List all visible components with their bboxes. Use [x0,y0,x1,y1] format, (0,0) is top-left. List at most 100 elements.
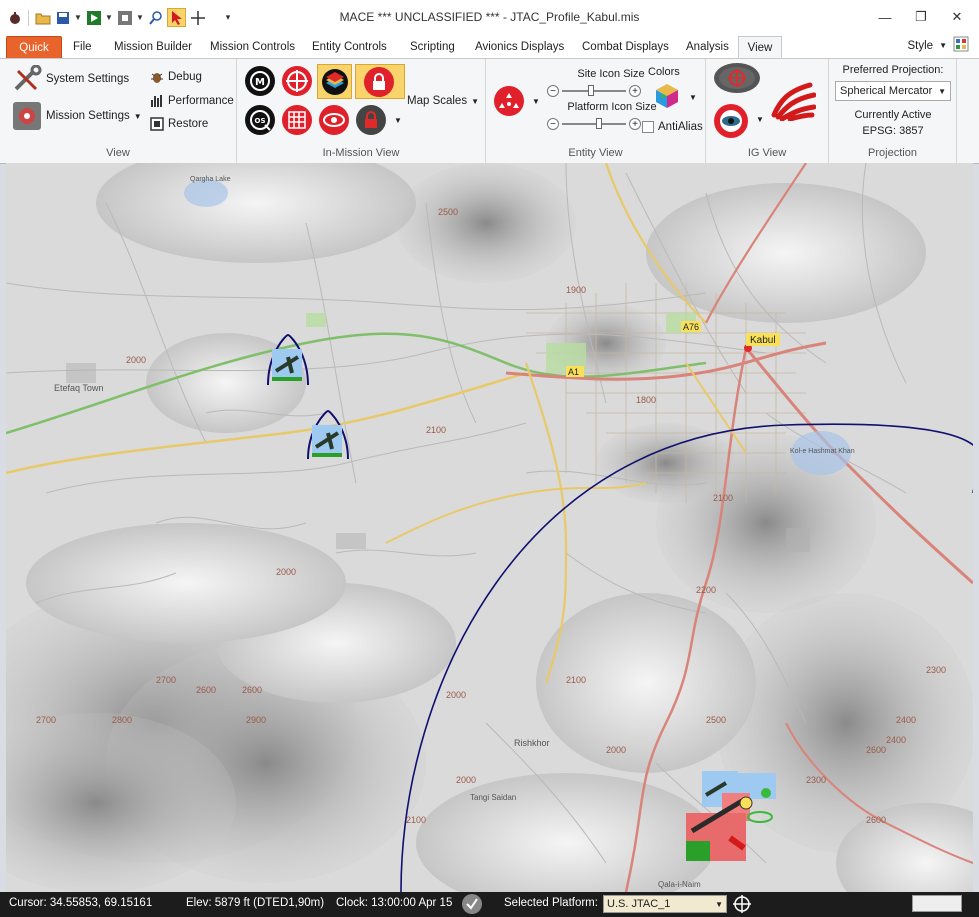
contour-label: 2100 [406,815,426,825]
etefaq-town-label: Etefaq Town [54,383,103,393]
run-icon[interactable] [85,9,102,26]
ig-eye-dropdown-icon[interactable]: ▼ [756,115,764,124]
site-size-plus-icon[interactable]: + [629,85,641,97]
contour-label: 1800 [636,395,656,405]
ig-hand-button[interactable] [770,81,816,124]
red-lock-icon[interactable] [356,105,386,135]
site-size-thumb[interactable] [588,85,594,96]
open-folder-icon[interactable] [34,9,51,26]
contour-label: 2500 [438,207,458,217]
tab-combat-displays[interactable]: Combat Displays [576,36,675,58]
measure-icon[interactable] [147,9,164,26]
contour-label: 2000 [446,690,466,700]
app-menu-icon[interactable] [6,9,23,26]
mission-settings-dropdown-icon: ▼ [133,111,142,121]
layers-button[interactable] [317,64,352,99]
os-circle-icon[interactable]: OS [245,105,275,135]
run-dropdown-icon[interactable]: ▼ [105,9,113,26]
antialias-check-box[interactable] [642,121,654,133]
tab-avionics-displays[interactable]: Avionics Displays [469,36,570,58]
contour-label: 2300 [926,665,946,675]
crosshair-target-icon[interactable] [733,895,751,916]
tab-analysis[interactable]: Analysis [680,36,735,58]
stop-dropdown-icon[interactable]: ▼ [136,9,144,26]
restore-window-icon[interactable]: ❐ [903,6,939,28]
style-menu[interactable]: Style ▼ [908,36,970,55]
ig-sensor-icon[interactable] [714,63,760,93]
contour-label: 2300 [806,775,826,785]
select-arrow-icon[interactable] [167,8,186,27]
platform-dropdown-icon: ▼ [715,899,723,909]
entity-dropdown-icon[interactable]: ▼ [532,97,540,106]
map-scales-button[interactable]: Map Scales ▼ [407,95,479,107]
ig-view-group: ▼ IG View [706,59,829,163]
tab-entity-controls[interactable]: Entity Controls [306,36,393,58]
platform-size-track [562,118,626,129]
site-size-minus-icon[interactable]: − [547,85,559,97]
preferred-projection-label: Preferred Projection: [842,64,944,76]
mission-settings-button[interactable]: Mission Settings ▼ [12,101,142,131]
ribbon-tabs: Quick File Mission Builder Mission Contr… [0,34,979,58]
colors-label: Colors [648,66,680,78]
lock-dropdown-icon[interactable]: ▼ [394,116,402,125]
save-dropdown-icon[interactable]: ▼ [74,9,82,26]
selected-platform-select[interactable]: U.S. JTAC_1 ▼ [603,895,727,913]
colors-button[interactable] [654,83,680,112]
map-view[interactable]: 2500 2000 2100 1900 1800 2000 2100 2600 … [6,163,973,892]
bar-chart-icon [150,94,164,108]
platform-icon-size-slider[interactable]: − + [547,117,641,131]
lock-button[interactable] [355,64,405,99]
m-circle-icon[interactable]: M [245,66,275,96]
restore-label: Restore [168,118,209,130]
stop-icon[interactable] [116,9,133,26]
system-settings-label: System Settings [46,73,130,85]
customize-toolbar-icon[interactable]: ▾ [221,9,235,26]
contour-label: 2600 [866,815,886,825]
ig-view-caption: IG View [747,147,787,159]
debug-button[interactable]: Debug [150,70,202,84]
contour-label: 2800 [112,715,132,725]
tab-mission-controls[interactable]: Mission Controls [204,36,301,58]
restore-icon [150,117,164,131]
projection-caption: Projection [868,147,917,159]
restore-button[interactable]: Restore [150,117,208,131]
tab-view[interactable]: View [738,36,782,58]
system-settings-button[interactable]: System Settings [12,65,129,93]
tab-mission-builder[interactable]: Mission Builder [108,36,198,58]
tab-scripting[interactable]: Scripting [404,36,461,58]
eye-icon[interactable] [319,105,349,135]
ig-eye-icon[interactable] [714,104,748,138]
svg-text:M: M [255,77,265,88]
lock-icon [364,67,394,97]
platform-size-thumb[interactable] [596,118,602,129]
contour-label: 2400 [886,735,906,745]
site-icon-size-slider[interactable]: − + [547,84,641,98]
minimize-icon[interactable]: — [867,6,903,28]
color-cube-icon [654,83,680,109]
pan-crosshair-icon[interactable] [189,9,206,26]
colors-dropdown-icon[interactable]: ▼ [689,93,697,102]
checkmark-icon[interactable] [462,894,482,914]
save-icon[interactable] [54,9,71,26]
antialias-checkbox[interactable]: AntiAlias [642,121,703,133]
grid-icon[interactable] [282,105,312,135]
selected-platform-label: Selected Platform: [504,897,598,909]
close-icon[interactable]: ✕ [939,6,975,28]
projection-dropdown-icon: ▼ [938,86,946,96]
entity-group-icon[interactable] [494,86,524,116]
projection-select[interactable]: Spherical Mercator ▼ [835,81,951,101]
platform-size-minus-icon[interactable]: − [547,118,559,130]
tab-quick[interactable]: Quick [6,36,62,58]
performance-button[interactable]: Performance [150,94,234,108]
tab-file[interactable]: File [67,36,98,58]
color-grid-icon[interactable] [953,36,969,55]
hand-icon [770,81,816,121]
kabul-label: Kabul [750,335,776,346]
status-bar: Cursor: 34.55853, 69.15161 Elev: 5879 ft… [0,892,979,917]
platform-size-plus-icon[interactable]: + [629,118,641,130]
map-canvas[interactable]: 2500 2000 2100 1900 1800 2000 2100 2600 … [6,163,973,892]
contour-label: 2600 [196,685,216,695]
contour-label: 2200 [696,585,716,595]
target-reticle-icon[interactable] [282,66,312,96]
in-mission-view-group: M OS ▼ Map Scales ▼ In-Mission View [237,59,486,163]
